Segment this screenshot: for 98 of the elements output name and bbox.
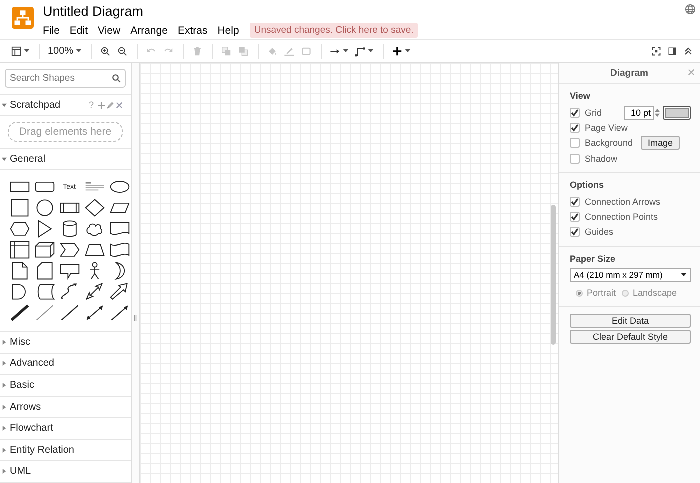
checkbox-label[interactable]: Connection Points — [585, 212, 658, 222]
square-icon[interactable] — [8, 198, 30, 218]
zoom-in-icon — [100, 46, 111, 56]
caret-icon — [76, 49, 82, 53]
arrow-icon[interactable] — [108, 282, 130, 302]
checkbox[interactable] — [570, 227, 580, 238]
expand-arrow-icon[interactable] — [2, 156, 7, 162]
globe-icon[interactable] — [685, 4, 696, 15]
layout-button[interactable] — [11, 46, 30, 56]
search-field[interactable]: Search Shapes — [5, 69, 126, 88]
close-icon[interactable] — [116, 102, 123, 109]
section-heading: Options — [570, 180, 605, 190]
fullscreen-icon[interactable] — [652, 46, 661, 56]
line-icon[interactable] — [58, 303, 80, 324]
section-title[interactable]: Advanced — [10, 358, 54, 370]
zoom-out-button[interactable] — [116, 46, 128, 56]
section-title[interactable]: UML — [10, 466, 32, 478]
shadow-icon — [300, 46, 312, 56]
checkbox-label[interactable]: Connection Arrows — [585, 196, 661, 207]
checkbox[interactable] — [570, 138, 580, 148]
caret-icon — [681, 273, 687, 278]
splitter-handle-icon[interactable] — [134, 315, 137, 321]
waypoint-icon — [354, 46, 366, 56]
zoom-out-icon — [116, 46, 128, 56]
expand-arrow-icon[interactable] — [2, 448, 7, 453]
expand-arrow-icon[interactable] — [2, 383, 7, 388]
expand-arrow-icon[interactable] — [2, 102, 7, 108]
expand-arrow-icon[interactable] — [2, 469, 7, 474]
color-picker[interactable] — [663, 106, 691, 120]
menu-item[interactable]: File — [43, 24, 60, 36]
document-title[interactable]: Untitled Diagram — [43, 4, 418, 19]
zoom-in-button[interactable] — [100, 46, 111, 56]
collapse-icon[interactable] — [684, 46, 693, 56]
caret-icon — [368, 49, 374, 53]
search-icon[interactable] — [112, 74, 121, 83]
checkbox[interactable] — [570, 122, 580, 133]
menu-item[interactable]: Arrange — [130, 24, 168, 36]
panel-title: Diagram — [610, 68, 648, 78]
plus-icon — [392, 46, 403, 56]
radio-button[interactable] — [622, 290, 630, 297]
diamond-icon[interactable] — [84, 198, 106, 218]
radio-label[interactable]: Portrait — [587, 288, 616, 298]
checkbox[interactable] — [570, 212, 580, 222]
checkbox-label[interactable]: Guides — [585, 227, 614, 238]
menu-item[interactable]: Help — [218, 24, 240, 36]
internal-storage-icon[interactable] — [8, 240, 30, 260]
checkbox-label[interactable]: Background — [585, 138, 634, 148]
panel-button[interactable]: Edit Data — [570, 314, 691, 328]
waypoint-button[interactable] — [354, 46, 374, 56]
unsaved-changes-notice[interactable]: Unsaved changes. Click here to save. — [250, 23, 418, 38]
radio-button[interactable] — [576, 290, 583, 297]
caret-icon — [342, 49, 349, 53]
paint-bucket-icon — [266, 46, 278, 56]
callout-icon[interactable] — [58, 261, 80, 282]
section-heading: Paper Size — [570, 254, 617, 264]
expand-arrow-icon[interactable] — [2, 404, 7, 410]
trash-icon — [192, 46, 203, 56]
layout-icon — [11, 46, 22, 56]
expand-arrow-icon[interactable] — [2, 426, 7, 432]
arrow-line-icon[interactable] — [108, 303, 130, 324]
caret-icon — [24, 49, 30, 53]
section-title[interactable]: Arrows — [10, 402, 42, 413]
checkbox[interactable] — [570, 196, 580, 207]
format-panel-icon[interactable] — [668, 46, 677, 56]
cube-icon[interactable] — [34, 240, 56, 260]
section-heading: View — [570, 91, 592, 101]
section-title[interactable]: Basic — [10, 380, 34, 392]
to-back-icon — [238, 46, 249, 56]
checkbox-label[interactable]: Shadow — [585, 154, 618, 164]
image-button[interactable]: Image — [641, 136, 680, 150]
section-title[interactable]: Flowchart — [10, 423, 54, 434]
menu-item[interactable]: Extras — [178, 24, 208, 36]
add-icon[interactable] — [98, 102, 105, 109]
checkbox-label[interactable]: Grid — [585, 108, 602, 118]
section-title[interactable]: Entity Relation — [10, 444, 74, 456]
expand-arrow-icon[interactable] — [2, 361, 7, 366]
scrollbar[interactable] — [551, 205, 556, 345]
pencil-icon[interactable] — [107, 102, 114, 109]
zoom-dropdown[interactable]: 100% — [48, 46, 82, 56]
checkbox[interactable] — [570, 108, 580, 118]
menu-item[interactable]: Edit — [70, 24, 88, 36]
grid-size-field[interactable]: 10 pt — [624, 106, 654, 120]
expand-arrow-icon[interactable] — [2, 340, 7, 345]
checkbox-label[interactable]: Page View — [585, 122, 628, 133]
section-title[interactable]: General — [10, 154, 46, 165]
logo-icon — [12, 7, 34, 29]
double-arrow-icon[interactable] — [84, 282, 106, 302]
checkbox[interactable] — [570, 154, 580, 164]
plus-button[interactable] — [392, 46, 411, 56]
pen-icon — [284, 46, 295, 56]
panel-button[interactable]: Clear Default Style — [570, 330, 691, 344]
section-title[interactable]: Misc — [10, 336, 31, 348]
thick-line-icon[interactable] — [8, 303, 30, 324]
paper-size-dropdown[interactable]: A4 (210 mm x 297 mm) — [570, 268, 691, 282]
caret-icon — [404, 49, 411, 53]
menu-item[interactable]: View — [98, 24, 121, 36]
section-title[interactable]: Scratchpad — [10, 100, 61, 111]
to-front-icon — [220, 46, 232, 56]
